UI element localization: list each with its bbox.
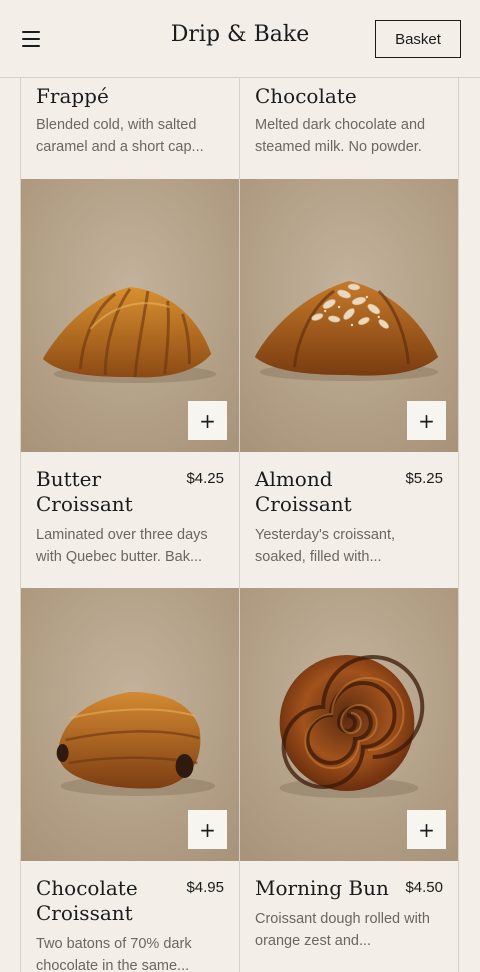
product-price: $4.95 (186, 879, 224, 896)
product-name: Almond Croissant (255, 467, 352, 516)
product-name: Butter Croissant (36, 467, 133, 516)
product-photo-almond-croissant: + (240, 179, 458, 452)
product-name: Chocolate Croissant (36, 876, 138, 925)
product-price: $4.50 (405, 879, 443, 896)
add-to-basket-button[interactable]: + (407, 401, 446, 440)
product-price: $4.25 (186, 470, 224, 487)
product-description: Laminated over three days with Quebec bu… (36, 527, 208, 565)
product-description: Blended cold, with salted caramel and a … (36, 117, 204, 155)
add-to-basket-button[interactable]: + (188, 401, 227, 440)
app-header: Drip & Bake Basket (0, 0, 480, 78)
hamburger-menu-icon[interactable] (20, 28, 42, 50)
add-to-basket-button[interactable]: + (407, 810, 446, 849)
product-description: Yesterday's croissant, soaked, filled wi… (255, 527, 396, 565)
product-description: Melted dark chocolate and steamed milk. … (255, 117, 426, 155)
product-name: Chocolate (255, 84, 357, 108)
product-card-morning-bun[interactable]: + Morning Bun $4.50 Croissant dough roll… (239, 588, 459, 972)
product-name: Morning Bun (255, 876, 389, 900)
product-photo-butter-croissant: + (21, 179, 239, 452)
add-to-basket-button[interactable]: + (188, 810, 227, 849)
product-description: Two batons of 70% dark chocolate in the … (36, 936, 192, 972)
product-card-butter-croissant[interactable]: + Butter Croissant $4.25 Laminated over … (20, 179, 240, 589)
basket-button[interactable]: Basket (375, 20, 461, 58)
product-price: $5.25 (405, 470, 443, 487)
product-name: Frappé (36, 84, 109, 108)
product-photo-chocolate-croissant: + (21, 588, 239, 861)
product-card-almond-croissant[interactable]: + Almond Croissant $5.25 Yesterday's cro… (239, 179, 459, 589)
product-description: Croissant dough rolled with orange zest … (255, 911, 430, 949)
product-photo-morning-bun: + (240, 588, 458, 861)
product-card-chocolate-croissant[interactable]: + Chocolate Croissant $4.95 Two batons o… (20, 588, 240, 972)
